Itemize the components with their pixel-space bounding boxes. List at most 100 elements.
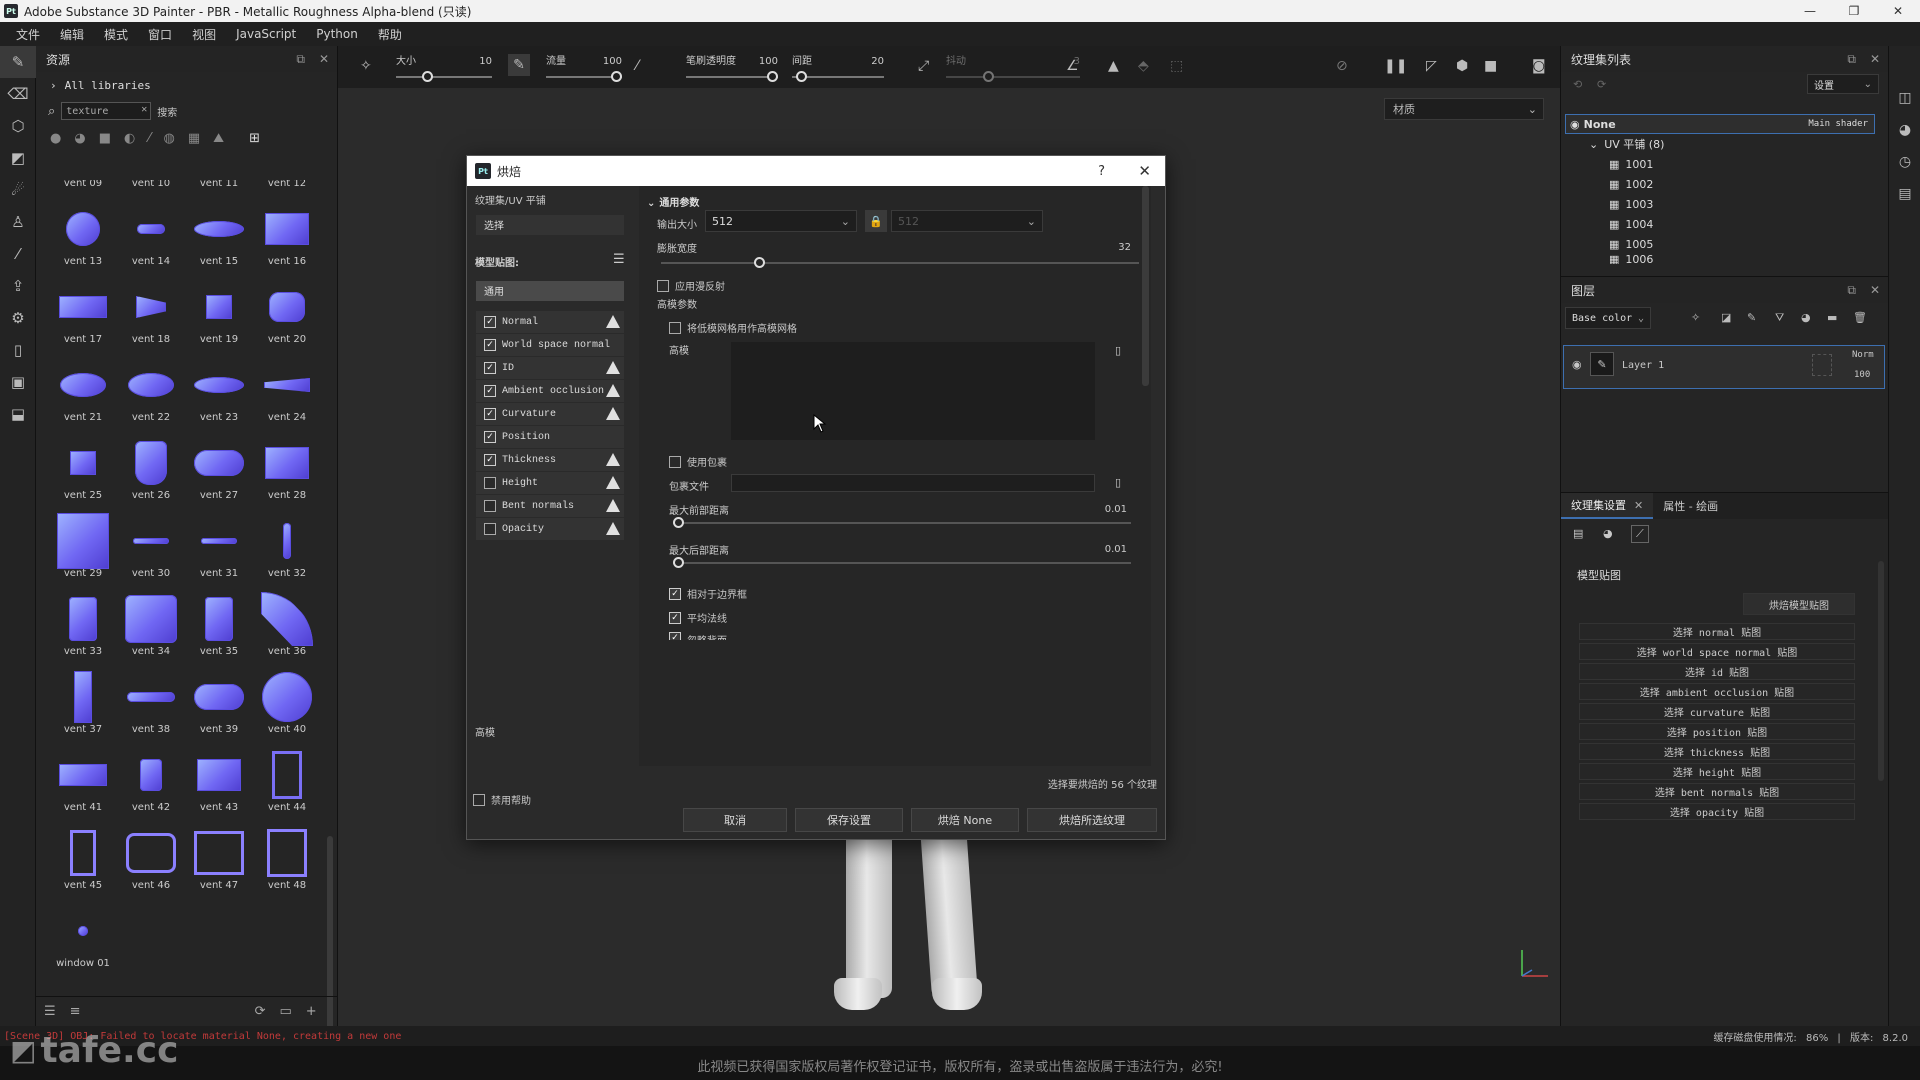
cancel-button[interactable]: 取消 xyxy=(683,808,787,832)
jitter-slider[interactable]: 抖动 3 xyxy=(946,50,1080,86)
uv-tile-row[interactable]: ▦ 1006 xyxy=(1565,254,1875,264)
symmetry-icon[interactable]: ▲ xyxy=(1108,58,1119,74)
asset-thumbnail[interactable]: vent 25 xyxy=(50,434,116,512)
bake-map-item[interactable]: ✓ World space normal xyxy=(475,333,625,357)
texture-set-list-dock-icon[interactable]: ◫ xyxy=(1889,82,1920,114)
float-panel-icon[interactable]: ⧉ xyxy=(1847,283,1856,298)
select-world-space-normal-map-button[interactable]: 选择 world space normal 贴图 xyxy=(1579,643,1855,660)
sort-icon[interactable]: ≡ xyxy=(70,1004,81,1019)
select-curvature-map-button[interactable]: 选择 curvature 贴图 xyxy=(1579,703,1855,720)
texture-set-tool-icon[interactable]: ⟲ xyxy=(1573,78,1582,91)
filter-textures-icon[interactable]: ▦ xyxy=(188,131,200,146)
add-folder-icon[interactable]: ▬ xyxy=(1827,311,1837,324)
filter-brushes-icon[interactable]: ⁄ xyxy=(148,131,150,146)
clear-search-icon[interactable]: ✕ xyxy=(141,104,147,115)
asset-thumbnail[interactable]: vent 33 xyxy=(50,590,116,668)
asset-thumbnail[interactable]: vent 14 xyxy=(118,200,184,278)
tab-properties-paint[interactable]: 属性 - 绘画 xyxy=(1653,493,1728,519)
asset-thumbnail[interactable]: vent 20 xyxy=(254,278,320,356)
layer-row[interactable]: ◉ ✎ Layer 1 Norm 100 xyxy=(1563,345,1885,389)
dilation-knob[interactable] xyxy=(754,257,766,268)
channel-select[interactable]: Base color ⌄ xyxy=(1565,307,1651,329)
filter-particles-icon[interactable]: ◍ xyxy=(164,131,175,146)
uv-tile-row[interactable]: ▦ 1003 xyxy=(1565,194,1875,214)
export-icon[interactable]: ⇪ xyxy=(0,270,36,302)
bake-map-checkbox[interactable]: ✓ xyxy=(484,385,496,397)
file-icon[interactable]: ▯ xyxy=(1115,476,1121,489)
select-thickness-map-button[interactable]: 选择 thickness 贴图 xyxy=(1579,743,1855,760)
add-icon[interactable]: + xyxy=(306,1004,317,1019)
bake-map-checkbox[interactable]: ✓ xyxy=(484,408,496,420)
eraser-icon[interactable]: ⌫ xyxy=(0,78,36,110)
cage-file-input[interactable] xyxy=(731,474,1095,492)
search-button[interactable]: 搜索 xyxy=(157,104,177,119)
pen-pressure-icon-2[interactable]: ⁄ xyxy=(636,58,638,74)
pen-pressure-icon[interactable]: ✎ xyxy=(508,54,530,76)
new-folder-icon[interactable]: ▭ xyxy=(279,1004,291,1019)
spacing-slider[interactable]: 间距 20 xyxy=(792,50,884,86)
dilation-slider[interactable] xyxy=(661,248,1139,272)
asset-thumbnail[interactable]: vent 09 xyxy=(50,180,116,200)
filter-environments-icon[interactable]: ⛰ xyxy=(213,131,224,146)
asset-thumbnail[interactable]: vent 26 xyxy=(118,434,184,512)
file-icon[interactable]: ▯ xyxy=(1115,344,1121,357)
asset-thumbnail[interactable]: vent 38 xyxy=(118,668,184,746)
size-slider[interactable]: 大小 10 xyxy=(396,50,492,86)
bake-map-item[interactable]: ✓ Curvature xyxy=(475,402,625,426)
polygon-fill-icon[interactable]: ◩ xyxy=(0,142,36,174)
asset-thumbnail[interactable]: vent 40 xyxy=(254,668,320,746)
display-settings-icon[interactable]: ▣ xyxy=(0,366,36,398)
asset-thumbnail[interactable]: window 01 xyxy=(50,902,116,980)
bake-map-checkbox[interactable]: ✓ xyxy=(484,339,496,351)
select-normal-map-button[interactable]: 选择 normal 贴图 xyxy=(1579,623,1855,640)
asset-thumbnail[interactable]: vent 17 xyxy=(50,278,116,356)
asset-thumbnail[interactable]: vent 19 xyxy=(186,278,252,356)
select-height-map-button[interactable]: 选择 height 贴图 xyxy=(1579,763,1855,780)
bake-map-checkbox[interactable]: ✓ xyxy=(484,431,496,443)
filter-materials-icon[interactable]: ● xyxy=(50,131,61,146)
asset-thumbnail[interactable]: vent 45 xyxy=(50,824,116,902)
brush-opacity-slider[interactable]: 笔刷透明度 100 xyxy=(686,50,778,86)
asset-thumbnail[interactable]: vent 44 xyxy=(254,746,320,824)
viewport-mode-icon[interactable]: ◸ xyxy=(1426,58,1437,74)
asset-thumbnail[interactable]: vent 32 xyxy=(254,512,320,590)
layer-mask-slot[interactable] xyxy=(1812,354,1832,376)
menu-mode[interactable]: 模式 xyxy=(94,26,138,43)
asset-thumbnail[interactable]: vent 35 xyxy=(186,590,252,668)
ignore-backface-checkbox[interactable]: ✓忽略背面 xyxy=(669,632,727,640)
close-panel-icon[interactable]: ✕ xyxy=(1870,283,1880,297)
max-front-distance-slider[interactable] xyxy=(673,512,1131,532)
minimize-button[interactable]: — xyxy=(1788,0,1832,22)
filter-smart-materials-icon[interactable]: ◕ xyxy=(74,131,85,146)
filter-list-icon[interactable]: ☰ xyxy=(44,1004,56,1019)
texture-set-settings-select[interactable]: 设置 ⌄ xyxy=(1807,74,1879,94)
add-paint-layer-icon[interactable]: ✎ xyxy=(1747,311,1756,324)
asset-thumbnail[interactable]: vent 15 xyxy=(186,200,252,278)
asset-thumbnail[interactable]: vent 28 xyxy=(254,434,320,512)
use-lowpoly-as-high-checkbox[interactable]: 将低模网格用作高模网格 xyxy=(669,320,797,335)
average-normals-checkbox[interactable]: ✓ 平均法线 xyxy=(669,610,727,625)
bake-map-checkbox[interactable]: ✓ xyxy=(484,454,496,466)
menu-view[interactable]: 视图 xyxy=(182,26,226,43)
close-panel-icon[interactable]: ✕ xyxy=(319,52,329,66)
delete-layer-icon[interactable]: 🗑 xyxy=(1853,311,1867,324)
asset-thumbnail[interactable]: vent 48 xyxy=(254,824,320,902)
asset-thumbnail[interactable]: vent 36 xyxy=(254,590,320,668)
texture-settings-icon[interactable]: ▤ xyxy=(1573,527,1583,540)
shader-dock-icon[interactable]: ◕ xyxy=(1889,114,1920,146)
bake-map-checkbox[interactable] xyxy=(484,523,496,535)
bake-map-checkbox[interactable]: ✓ xyxy=(484,316,496,328)
maximize-button[interactable]: ❐ xyxy=(1832,0,1876,22)
asset-thumbnail[interactable]: vent 43 xyxy=(186,746,252,824)
asset-thumbnail[interactable]: vent 37 xyxy=(50,668,116,746)
jitter-knob[interactable] xyxy=(982,71,994,82)
close-window-button[interactable]: ✕ xyxy=(1876,0,1920,22)
asset-thumbnail[interactable]: vent 23 xyxy=(186,356,252,434)
bake-map-item[interactable]: ✓ Normal xyxy=(475,310,625,334)
bake-icon[interactable]: ⚙ xyxy=(0,302,36,334)
lazy-mouse-icon[interactable]: ⤢ xyxy=(918,58,929,74)
uv-settings-icon[interactable]: ⟋ xyxy=(1631,525,1649,543)
bake-selected-button[interactable]: 烘焙所选纹理 xyxy=(1027,808,1157,832)
filter-masks-icon[interactable]: ■ xyxy=(99,131,111,146)
params-scrollbar[interactable] xyxy=(1142,186,1149,386)
